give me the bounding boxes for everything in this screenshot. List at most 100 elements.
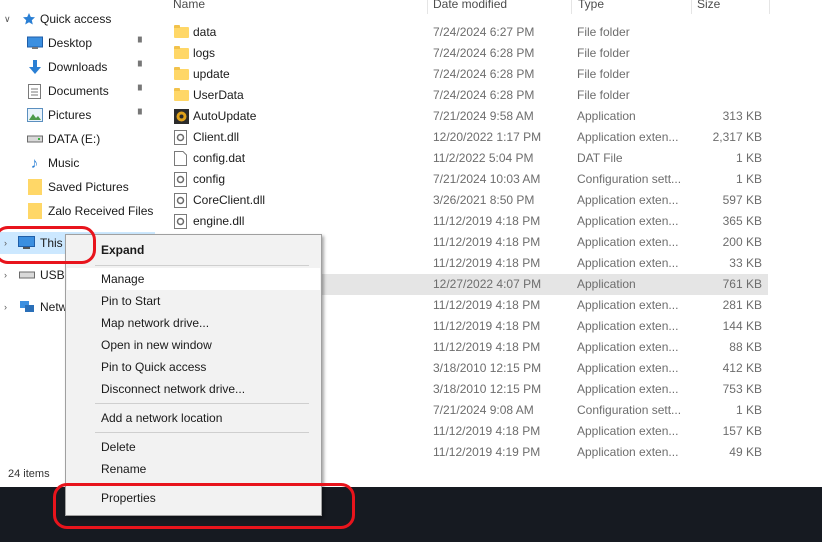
star-icon <box>20 12 37 27</box>
file-row[interactable]: logs 7/24/2024 6:28 PM File folder <box>162 43 768 64</box>
menu-item-pin-to-start[interactable]: Pin to Start <box>67 290 320 312</box>
file-type: Application exten... <box>577 193 679 207</box>
nav-quick-access[interactable]: ∨ Quick access <box>0 8 155 30</box>
file-type: File folder <box>577 67 630 81</box>
file-size: 761 KB <box>722 277 762 291</box>
file-row[interactable]: update 7/24/2024 6:28 PM File folder <box>162 64 768 85</box>
column-divider[interactable] <box>571 0 572 14</box>
menu-separator <box>95 432 309 433</box>
nav-item-saved-pictures[interactable]: Saved Pictures <box>0 176 155 198</box>
nav-item-documents[interactable]: Documents ▘ <box>0 80 155 102</box>
file-type: File folder <box>577 46 630 60</box>
file-size: 281 KB <box>722 298 762 312</box>
file-size: 753 KB <box>722 382 762 396</box>
file-type: Application exten... <box>577 256 679 270</box>
nav-item-label: Music <box>48 156 80 170</box>
folder-icon <box>174 67 189 80</box>
nav-item-downloads[interactable]: Downloads ▘ <box>0 56 155 78</box>
settings-file-icon <box>174 193 188 208</box>
folder-icon <box>26 203 43 219</box>
chevron-right-icon[interactable]: › <box>4 302 7 312</box>
menu-item-manage[interactable]: Manage <box>67 268 320 290</box>
documents-icon <box>26 83 43 99</box>
file-row[interactable]: config 7/21/2024 10:03 AM Configuration se… <box>162 169 768 190</box>
menu-item-delete[interactable]: Delete <box>67 436 320 458</box>
file-type: File folder <box>577 88 630 102</box>
menu-item-expand[interactable]: Expand <box>67 239 320 261</box>
nav-item-label: This <box>40 236 63 250</box>
chevron-down-icon[interactable]: ∨ <box>4 14 11 25</box>
column-divider[interactable] <box>427 0 428 14</box>
nav-item-zalo-received-files[interactable]: Zalo Received Files <box>0 200 155 222</box>
file-size: 313 KB <box>722 109 762 123</box>
column-divider[interactable] <box>691 0 692 14</box>
file-type: File folder <box>577 25 630 39</box>
file-row[interactable]: engine.dll 11/12/2019 4:18 PM Application … <box>162 211 768 232</box>
pictures-icon <box>26 108 43 123</box>
column-divider[interactable] <box>769 0 770 14</box>
file-row[interactable]: data 7/24/2024 6:27 PM File folder <box>162 22 768 43</box>
chevron-right-icon[interactable]: › <box>4 238 7 248</box>
file-type: Application exten... <box>577 340 679 354</box>
folder-icon <box>174 46 189 59</box>
settings-file-icon <box>174 130 188 145</box>
column-header-size[interactable]: Size <box>697 0 720 11</box>
file-name: CoreClient.dll <box>193 193 266 207</box>
file-row[interactable]: CoreClient.dll 3/26/2021 8:50 PM Applicati… <box>162 190 768 211</box>
file-size: 200 KB <box>722 235 762 249</box>
file-date-modified: 12/20/2022 1:17 PM <box>433 130 542 144</box>
menu-item-disconnect-network-drive[interactable]: Disconnect network drive... <box>67 378 320 400</box>
file-date-modified: 7/24/2024 6:27 PM <box>433 25 535 39</box>
file-type: Application <box>577 277 636 291</box>
menu-item-rename[interactable]: Rename <box>67 458 320 480</box>
column-header-date[interactable]: Date modified <box>433 0 507 11</box>
file-type: Application exten... <box>577 130 679 144</box>
menu-item-open-in-new-window[interactable]: Open in new window <box>67 334 320 356</box>
file-row[interactable]: Client.dll 12/20/2022 1:17 PM Application … <box>162 127 768 148</box>
pin-icon[interactable]: ▘ <box>138 110 146 121</box>
file-type: Application exten... <box>577 298 679 312</box>
pin-icon[interactable]: ▘ <box>138 86 146 97</box>
file-row[interactable]: config.dat 11/2/2022 5:04 PM DAT File 1 KB <box>162 148 768 169</box>
nav-item-pictures[interactable]: Pictures ▘ <box>0 104 155 126</box>
file-row[interactable]: AutoUpdate 7/21/2024 9:58 AM Application 31… <box>162 106 768 127</box>
chevron-right-icon[interactable]: › <box>4 270 7 280</box>
file-date-modified: 11/12/2019 4:18 PM <box>433 298 541 312</box>
column-header-type[interactable]: Type <box>578 0 604 11</box>
pin-icon[interactable]: ▘ <box>138 62 146 73</box>
file-date-modified: 11/12/2019 4:18 PM <box>433 340 541 354</box>
file-size: 33 KB <box>729 256 762 270</box>
folder-icon <box>174 25 189 38</box>
menu-separator <box>95 483 309 484</box>
nav-item-label: Netw <box>40 300 68 314</box>
menu-item-properties[interactable]: Properties <box>67 487 320 509</box>
file-name: Client.dll <box>193 130 240 144</box>
nav-item-desktop[interactable]: Desktop ▘ <box>0 32 155 54</box>
file-name: data <box>193 25 217 39</box>
column-header-name[interactable]: Name <box>173 0 205 11</box>
nav-item-data-drive[interactable]: DATA (E:) <box>0 128 155 150</box>
file-date-modified: 3/18/2010 12:15 PM <box>433 382 542 396</box>
file-type: Application exten... <box>577 445 679 459</box>
file-type: Application <box>577 109 636 123</box>
file-type: DAT File <box>577 151 623 165</box>
file-name: config <box>193 172 226 186</box>
file-date-modified: 11/12/2019 4:18 PM <box>433 424 541 438</box>
file-type: Application exten... <box>577 214 679 228</box>
nav-item-music[interactable]: ♪ Music <box>0 152 155 174</box>
file-type: Application exten... <box>577 424 679 438</box>
nav-item-label: USB <box>40 268 65 282</box>
file-size: 88 KB <box>729 340 762 354</box>
file-date-modified: 7/21/2024 10:03 AM <box>433 172 541 186</box>
settings-file-icon <box>174 214 188 229</box>
file-type: Configuration sett... <box>577 403 682 417</box>
file-row[interactable]: UserData 7/24/2024 6:28 PM File folder <box>162 85 768 106</box>
menu-item-map-network-drive[interactable]: Map network drive... <box>67 312 320 334</box>
menu-item-add-network-location[interactable]: Add a network location <box>67 407 320 429</box>
file-size: 2,317 KB <box>712 130 762 144</box>
menu-item-pin-to-quick-access[interactable]: Pin to Quick access <box>67 356 320 378</box>
nav-item-label: Desktop <box>48 36 93 50</box>
pin-icon[interactable]: ▘ <box>138 38 146 49</box>
file-size: 1 KB <box>735 403 762 417</box>
file-name: config.dat <box>193 151 246 165</box>
